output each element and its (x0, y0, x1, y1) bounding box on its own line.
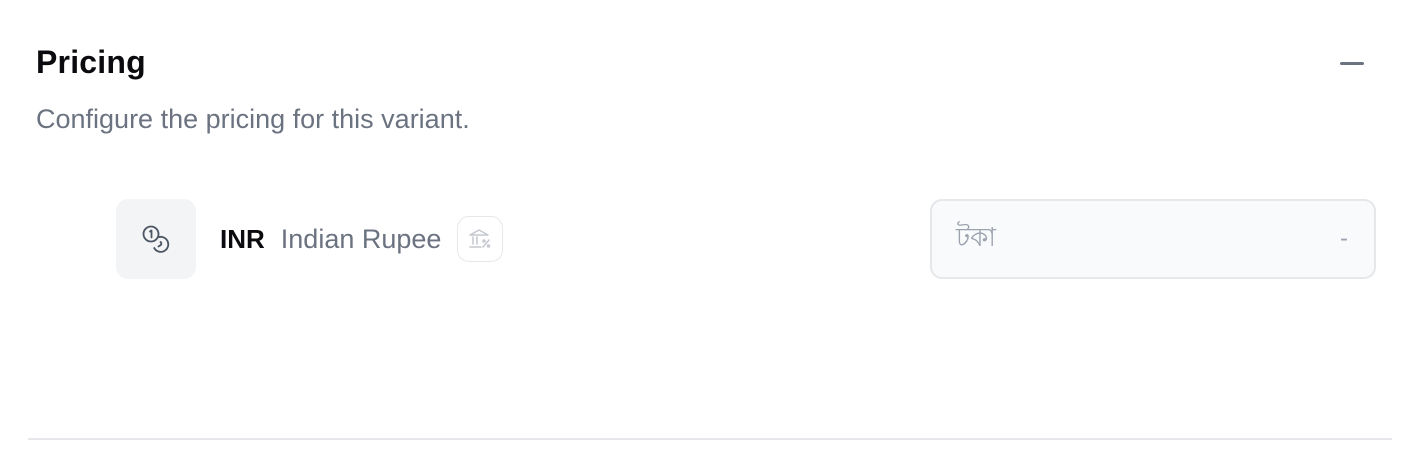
tax-inclusive-icon[interactable] (457, 216, 504, 262)
currency-row: INR Indian Rupee (116, 199, 504, 279)
currency-code: INR (220, 223, 265, 254)
minus-icon (1340, 61, 1364, 65)
currency-symbol: টকা (956, 222, 996, 252)
price-input[interactable] (995, 225, 1348, 253)
price-field[interactable]: টকা (930, 199, 1376, 279)
coins-icon (116, 199, 196, 279)
collapse-button[interactable] (1330, 44, 1374, 82)
section-divider (28, 438, 1392, 440)
section-title: Pricing (36, 44, 146, 80)
currency-name: Indian Rupee (280, 223, 442, 254)
pricing-section: Pricing Configure the pricing for this v… (0, 0, 1424, 452)
section-description: Configure the pricing for this variant. (36, 104, 470, 134)
